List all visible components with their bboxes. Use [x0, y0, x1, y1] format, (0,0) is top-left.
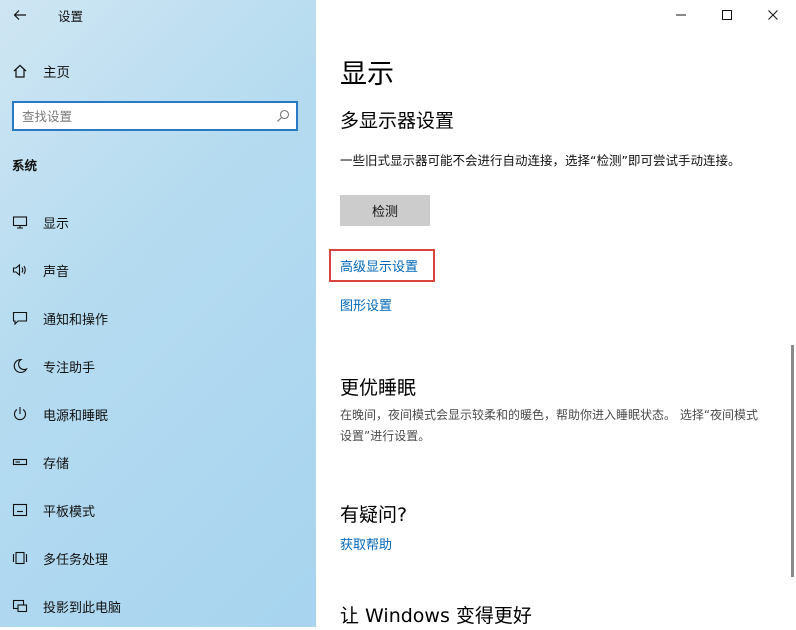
multi-display-description: 一些旧式显示器可能不会进行自动连接，选择“检测”即可尝试手动连接。	[340, 153, 741, 168]
window-title: 设置	[58, 9, 84, 24]
sidebar-item-focus-assist[interactable]: 专注助手	[0, 342, 316, 390]
sidebar-item-label: 存储	[43, 456, 70, 472]
monitor-icon	[12, 216, 28, 229]
sidebar-home[interactable]: 主页	[12, 61, 70, 81]
back-arrow-icon	[13, 10, 26, 20]
notification-icon	[12, 311, 28, 326]
search-box[interactable]	[12, 101, 298, 131]
sidebar-item-project-to-pc[interactable]: 投影到此电脑	[0, 582, 316, 630]
window-controls	[658, 0, 796, 30]
highlight-box	[329, 249, 435, 282]
improve-windows-heading: 让 Windows 变得更好	[340, 605, 532, 627]
sidebar-item-label: 电源和睡眠	[43, 408, 109, 424]
detect-button[interactable]: 检测	[340, 195, 430, 226]
sidebar-item-notifications[interactable]: 通知和操作	[0, 294, 316, 342]
sidebar-item-label: 多任务处理	[43, 552, 109, 568]
back-button[interactable]	[6, 2, 34, 28]
search-icon	[277, 109, 290, 122]
sidebar-item-label: 平板模式	[43, 504, 96, 520]
multitask-icon	[12, 551, 28, 565]
storage-icon	[12, 458, 28, 466]
questions-heading: 有疑问?	[340, 504, 408, 526]
home-icon	[13, 64, 27, 78]
tablet-icon	[12, 503, 28, 517]
home-label: 主页	[43, 65, 70, 81]
minimize-button[interactable]	[658, 0, 704, 30]
moon-icon	[13, 358, 28, 373]
sidebar-item-storage[interactable]: 存储	[0, 438, 316, 486]
close-button[interactable]	[750, 0, 796, 30]
maximize-icon	[722, 10, 732, 20]
main-content: 显示 多显示器设置 一些旧式显示器可能不会进行自动连接，选择“检测”即可尝试手动…	[316, 0, 796, 627]
sidebar-item-label: 显示	[43, 216, 70, 232]
project-icon	[12, 599, 28, 613]
section-title: 系统	[12, 158, 38, 173]
page-title: 显示	[340, 59, 394, 90]
speaker-icon	[12, 263, 26, 277]
get-help-link[interactable]: 获取帮助	[340, 534, 392, 553]
sleep-description: 在晚间，夜间模式会显示较柔和的暖色，帮助你进入睡眠状态。 选择“夜间模式设置”进…	[340, 408, 759, 443]
minimize-icon	[676, 14, 686, 16]
sidebar-item-label: 专注助手	[43, 360, 96, 376]
sidebar-item-label: 投影到此电脑	[43, 600, 122, 616]
scrollbar-thumb[interactable]	[791, 345, 794, 577]
sleep-heading: 更优睡眠	[340, 377, 417, 399]
sidebar-item-multitasking[interactable]: 多任务处理	[0, 534, 316, 582]
power-icon	[13, 407, 27, 421]
sidebar-item-label: 通知和操作	[43, 312, 109, 328]
search-input[interactable]	[22, 107, 262, 125]
sidebar-item-tablet-mode[interactable]: 平板模式	[0, 486, 316, 534]
sidebar-item-power-sleep[interactable]: 电源和睡眠	[0, 390, 316, 438]
sidebar-nav: 显示 声音 通知和操作 专注助手 电源和睡眠 存储 平板模式 多任务处理 投影到…	[0, 198, 316, 630]
multi-display-heading: 多显示器设置	[340, 110, 455, 132]
sidebar: 设置 主页 系统 显示 声音 通知和操作 专注助手 电源和睡眠	[0, 0, 316, 627]
sidebar-item-label: 声音	[43, 264, 70, 280]
maximize-button[interactable]	[704, 0, 750, 30]
sidebar-item-sound[interactable]: 声音	[0, 246, 316, 294]
sidebar-item-display[interactable]: 显示	[0, 198, 316, 246]
close-icon	[768, 10, 778, 20]
graphics-settings-link[interactable]: 图形设置	[340, 295, 392, 314]
